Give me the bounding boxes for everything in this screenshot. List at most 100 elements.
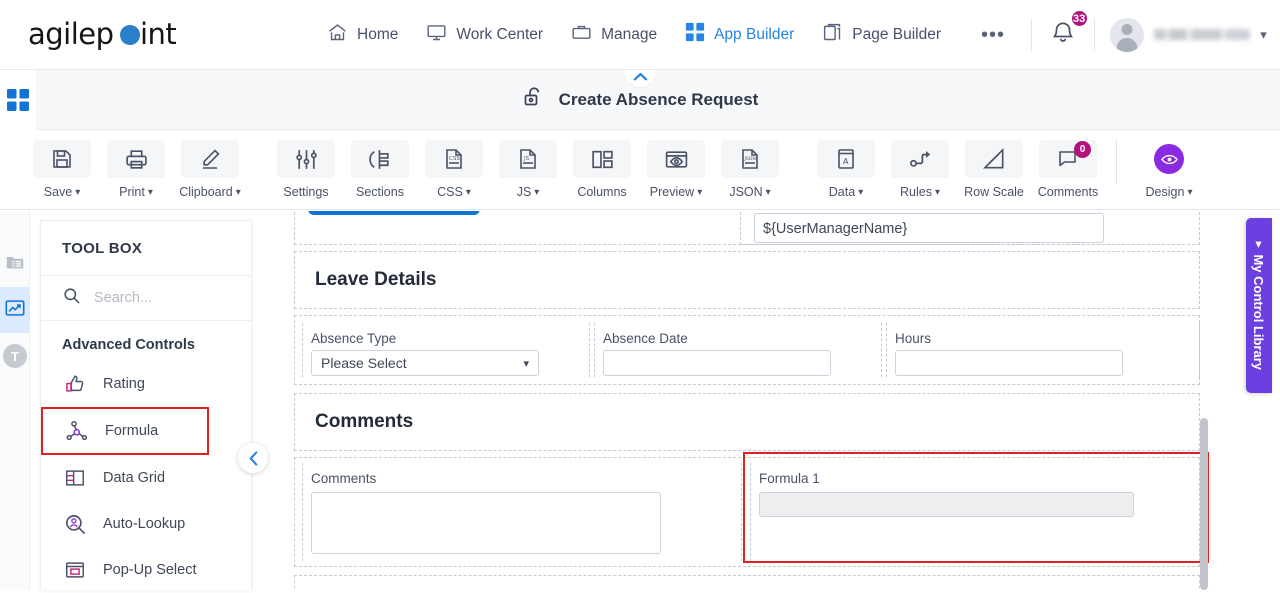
toolbox-item-popup-select[interactable]: Pop-Up Select [41, 547, 251, 593]
eye-preview-icon [647, 140, 705, 178]
ribbon-settings-button[interactable]: Settings [270, 140, 342, 199]
ribbon-clipboard-label: Clipboard ▾ [179, 185, 241, 199]
data-grid-icon [62, 467, 88, 489]
nav-item-page-builder[interactable]: Page Builder [808, 16, 955, 54]
ribbon-preview-label: Preview ▾ [649, 185, 703, 199]
ribbon-rules-button[interactable]: Rules ▾ [884, 140, 956, 199]
eye-design-icon [1140, 140, 1198, 178]
manager-name-value: ${UserManagerName} [763, 221, 908, 237]
form-action-button[interactable] [308, 211, 480, 215]
thumbs-up-icon [62, 373, 88, 395]
toolbox-label-formula: Formula [105, 423, 159, 439]
chevron-down-icon: ▾ [147, 186, 153, 198]
ribbon-data-button[interactable]: A Data ▾ [810, 140, 882, 199]
chevron-down-icon: ▾ [697, 186, 703, 198]
rail-item-theme[interactable]: T [0, 333, 30, 379]
nav-item-work-center[interactable]: Work Center [412, 16, 557, 54]
data-book-icon: A [817, 140, 875, 178]
nav-item-home[interactable]: Home [313, 16, 412, 54]
svg-text:int: int [140, 17, 176, 51]
ribbon-comments-label: Comments [1037, 185, 1099, 199]
save-icon [33, 140, 91, 178]
top-navigation-bar: agilep int Home Work Center Manage App B… [0, 0, 1280, 70]
ribbon-save-button[interactable]: Save ▾ [26, 140, 98, 199]
ribbon-design-button[interactable]: Design ▾ [1133, 140, 1205, 199]
collapse-toolbox-button[interactable] [238, 443, 268, 473]
toolbox-item-auto-lookup[interactable]: Auto-Lookup [41, 501, 251, 547]
rail-item-folder[interactable] [0, 241, 30, 287]
ribbon-print-label: Print ▾ [119, 185, 153, 199]
js-file-icon: JS [499, 140, 557, 178]
ribbon-js-button[interactable]: JS JS ▾ [492, 140, 564, 199]
ribbon-row-scale-label: Row Scale [964, 185, 1024, 199]
ribbon-comments-button[interactable]: 0 Comments [1032, 140, 1104, 199]
ribbon-row-scale-button[interactable]: Row Scale [958, 140, 1030, 199]
app-grid-icon [7, 89, 29, 111]
user-name [1154, 29, 1251, 40]
chevron-up-icon [633, 72, 647, 81]
toolbox-search-row[interactable] [41, 276, 251, 321]
comments-textarea[interactable] [311, 492, 661, 554]
section-heading-comments: Comments [315, 411, 414, 432]
absence-type-select[interactable]: Please Select ▾ [311, 350, 539, 376]
design-eye-circle [1154, 144, 1184, 174]
chevron-down-icon: ▾ [934, 186, 940, 198]
nav-label-app-builder: App Builder [714, 25, 795, 43]
chart-trend-icon [4, 297, 26, 324]
hours-input[interactable] [895, 350, 1123, 376]
rules-icon [891, 140, 949, 178]
ribbon-design-label: Design ▾ [1145, 185, 1193, 199]
nav-more-button[interactable]: ••• [969, 24, 1017, 46]
control-library-text: ▾ My Control Library [1246, 218, 1272, 393]
nav-label-home: Home [357, 25, 399, 43]
ribbon-preview-button[interactable]: Preview ▾ [640, 140, 712, 199]
ribbon-sections-button[interactable]: Sections [344, 140, 416, 199]
chevron-down-icon: ▾ [465, 186, 471, 198]
svg-text:CSS: CSS [449, 156, 460, 162]
formula-nodes-icon [64, 419, 90, 443]
chevron-down-icon: ▾ [523, 357, 529, 370]
search-input[interactable] [94, 290, 229, 306]
svg-text:A: A [843, 157, 849, 166]
user-menu[interactable]: ▾ [1110, 17, 1267, 52]
search-icon [62, 286, 81, 310]
toolbox-item-rating[interactable]: Rating [41, 361, 251, 407]
ribbon-css-button[interactable]: CSS CSS ▾ [418, 140, 490, 199]
ribbon-print-button[interactable]: Print ▾ [100, 140, 172, 199]
chevron-down-icon: ▾ [1187, 186, 1193, 198]
agilepoint-logo[interactable]: agilep int [28, 15, 203, 55]
ribbon-columns-button[interactable]: Columns [566, 140, 638, 199]
ribbon-toolbar: Save ▾ Print ▾ Clipboard ▾ Settings Section… [0, 130, 1280, 210]
ribbon-save-label: Save ▾ [43, 185, 81, 199]
css-file-icon: CSS [425, 140, 483, 178]
canvas-vertical-scrollbar[interactable] [1200, 418, 1208, 590]
chevron-down-icon: ▾ [765, 186, 771, 198]
json-file-icon: JSON [721, 140, 779, 178]
ribbon-clipboard-button[interactable]: Clipboard ▾ [174, 140, 246, 199]
sliders-icon [277, 140, 335, 178]
chevron-down-icon: ▾ [75, 186, 81, 198]
manager-name-field[interactable]: ${UserManagerName} [754, 213, 1104, 243]
rail-item-toolbox[interactable] [0, 287, 30, 333]
svg-text:JSON: JSON [744, 156, 756, 162]
nav-item-manage[interactable]: Manage [557, 16, 671, 54]
absence-type-value: Please Select [321, 355, 407, 371]
ribbon-json-button[interactable]: JSON JSON ▾ [714, 140, 786, 199]
bell-icon [1050, 22, 1076, 49]
printer-icon [107, 140, 165, 178]
form-cell-hours: Hours [886, 323, 1200, 377]
nav-label-work-center: Work Center [456, 25, 544, 43]
form-section-comments: Comments [294, 393, 1200, 451]
nav-items: Home Work Center Manage App Builder Page [313, 16, 1017, 54]
ribbon-sections-label: Sections [356, 185, 404, 199]
app-switcher-button[interactable] [0, 70, 36, 130]
unlock-icon [522, 85, 546, 114]
nav-label-page-builder: Page Builder [852, 25, 941, 43]
absence-date-input[interactable] [603, 350, 831, 376]
nav-label-manage: Manage [601, 25, 658, 43]
my-control-library-tab[interactable]: ▾ My Control Library [1246, 218, 1272, 393]
toolbox-item-formula[interactable]: Formula [41, 407, 209, 455]
nav-item-app-builder[interactable]: App Builder [671, 16, 808, 53]
toolbox-item-data-grid[interactable]: Data Grid [41, 455, 251, 501]
notifications-button[interactable]: 33 [1046, 9, 1089, 54]
